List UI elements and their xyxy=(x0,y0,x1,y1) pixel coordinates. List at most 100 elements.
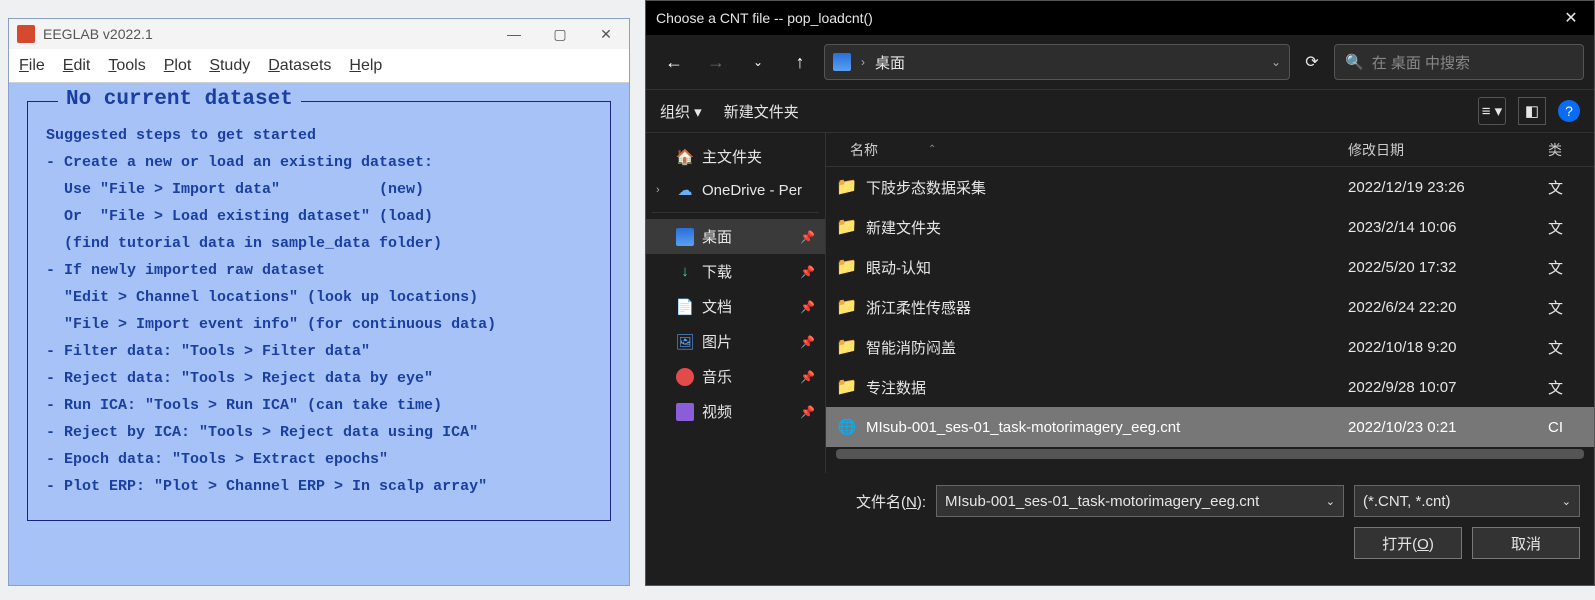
desktop-icon xyxy=(676,228,694,246)
pin-icon: 📌 xyxy=(800,370,815,384)
chevron-down-icon: ⌄ xyxy=(1562,495,1571,508)
preview-pane-button[interactable]: ◧ xyxy=(1518,97,1546,125)
pin-icon: 📌 xyxy=(800,265,815,279)
filename-input[interactable]: MIsub-001_ses-01_task-motorimagery_eeg.c… xyxy=(936,485,1344,517)
menu-help[interactable]: Help xyxy=(349,57,382,75)
tree-downloads[interactable]: ↓下载📌 xyxy=(646,254,825,289)
document-icon: 📄 xyxy=(676,298,694,316)
view-mode-button[interactable]: ≡ ▾ xyxy=(1478,97,1506,125)
menu-datasets[interactable]: Datasets xyxy=(268,57,331,75)
dialog-close-button[interactable]: ✕ xyxy=(1548,1,1594,35)
search-input[interactable]: 🔍 在 桌面 中搜索 xyxy=(1334,44,1584,80)
dialog-title-bar[interactable]: Choose a CNT file -- pop_loadcnt() ✕ xyxy=(646,1,1594,35)
file-type: 文 xyxy=(1548,337,1594,358)
file-row[interactable]: 📁浙江柔性传感器2022/6/24 22:20文 xyxy=(826,287,1594,327)
folder-icon: 📁 xyxy=(838,338,856,356)
file-list: 📁下肢步态数据采集2022/12/19 23:26文📁新建文件夹2023/2/1… xyxy=(826,167,1594,447)
home-icon: 🏠 xyxy=(676,148,694,166)
nav-up-button[interactable]: ↑ xyxy=(782,44,818,80)
dialog-footer: 文件名(N): MIsub-001_ses-01_task-motorimage… xyxy=(646,473,1594,573)
folder-icon: 📁 xyxy=(838,258,856,276)
close-button[interactable]: ✕ xyxy=(583,19,629,49)
file-name: 眼动-认知 xyxy=(866,257,931,278)
file-type: CI xyxy=(1548,419,1594,436)
tree-onedrive[interactable]: ›☁OneDrive - Per xyxy=(646,174,825,206)
organize-button[interactable]: 组织 ▾ xyxy=(660,101,702,122)
file-type: 文 xyxy=(1548,297,1594,318)
eeglab-title-bar[interactable]: EEGLAB v2022.1 — ▢ ✕ xyxy=(9,19,629,49)
maximize-button[interactable]: ▢ xyxy=(537,19,583,49)
file-row[interactable]: 📁 眼动-认知 2022/5/20 17:32文 xyxy=(826,247,1594,287)
file-list-header[interactable]: 名称 ⌃ 修改日期 类 xyxy=(826,133,1594,167)
file-row[interactable]: 📁 智能消防闷盖 2022/10/18 9:20文 xyxy=(826,327,1594,367)
cancel-button[interactable]: 取消 xyxy=(1472,527,1580,559)
file-name: MIsub-001_ses-01_task-motorimagery_eeg.c… xyxy=(866,419,1180,436)
file-row[interactable]: 🌐 MIsub-001_ses-01_task-motorimagery_eeg.… xyxy=(826,407,1594,447)
pictures-icon: 🖼 xyxy=(676,333,694,351)
new-folder-button[interactable]: 新建文件夹 xyxy=(724,101,799,122)
filetype-filter[interactable]: (*.CNT, *.cnt)⌄ xyxy=(1354,485,1580,517)
eeglab-logo-icon xyxy=(17,25,35,43)
pin-icon: 📌 xyxy=(800,405,815,419)
eeglab-body: No current dataset Suggested steps to ge… xyxy=(9,83,629,539)
file-type: 文 xyxy=(1548,257,1594,278)
minimize-button[interactable]: — xyxy=(491,19,537,49)
tree-desktop[interactable]: 桌面📌 xyxy=(646,219,825,254)
file-date: 2022/10/18 9:20 xyxy=(1348,339,1548,356)
menu-plot[interactable]: Plot xyxy=(164,57,192,75)
tree-pictures[interactable]: 🖼图片📌 xyxy=(646,324,825,359)
file-icon: 🌐 xyxy=(838,418,856,436)
file-date: 2022/10/23 0:21 xyxy=(1348,419,1548,436)
nav-forward-button[interactable]: → xyxy=(698,44,734,80)
nav-tree: 🏠主文件夹 ›☁OneDrive - Per 桌面📌 ↓下载📌 📄文档📌 🖼图片… xyxy=(646,133,826,473)
cloud-icon: ☁ xyxy=(676,181,694,199)
search-placeholder: 在 桌面 中搜索 xyxy=(1372,52,1470,73)
menu-edit[interactable]: Edit xyxy=(63,57,91,75)
menu-study[interactable]: Study xyxy=(209,57,250,75)
nav-recent-button[interactable]: ⌄ xyxy=(740,44,776,80)
dialog-title-text: Choose a CNT file -- pop_loadcnt() xyxy=(656,10,873,26)
dialog-nav: ← → ⌄ ↑ › 桌面 ⌄ ⟳ 🔍 在 桌面 中搜索 xyxy=(646,35,1594,89)
filename-label: 文件名(N): xyxy=(856,491,926,512)
col-date-header[interactable]: 修改日期 xyxy=(1348,140,1548,160)
sort-indicator-icon: ⌃ xyxy=(928,144,936,155)
file-name: 专注数据 xyxy=(866,377,926,398)
horizontal-scrollbar[interactable] xyxy=(836,449,1584,459)
file-name: 智能消防闷盖 xyxy=(866,337,956,358)
file-date: 2022/6/24 22:20 xyxy=(1348,299,1548,316)
file-row[interactable]: 📁专注数据2022/9/28 10:07文 xyxy=(826,367,1594,407)
pin-icon: 📌 xyxy=(800,335,815,349)
file-date: 2022/12/19 23:26 xyxy=(1348,179,1548,196)
file-row[interactable]: 📁新建文件夹2023/2/14 10:06文 xyxy=(826,207,1594,247)
col-name-header[interactable]: 名称 xyxy=(850,140,878,160)
tree-documents[interactable]: 📄文档📌 xyxy=(646,289,825,324)
folder-icon: 📁 xyxy=(838,298,856,316)
chevron-down-icon[interactable]: ⌄ xyxy=(1271,55,1281,69)
col-type-header[interactable]: 类 xyxy=(1548,140,1594,160)
eeglab-title-text: EEGLAB v2022.1 xyxy=(43,26,153,42)
file-date: 2023/2/14 10:06 xyxy=(1348,219,1548,236)
file-type: 文 xyxy=(1548,177,1594,198)
tree-videos[interactable]: 视频📌 xyxy=(646,394,825,429)
breadcrumb-current[interactable]: 桌面 xyxy=(875,52,905,73)
desktop-icon xyxy=(833,53,851,71)
breadcrumb-sep-icon: › xyxy=(861,55,865,69)
dialog-toolbar: 组织 ▾ 新建文件夹 ≡ ▾ ◧ ? xyxy=(646,89,1594,133)
tree-home[interactable]: 🏠主文件夹 xyxy=(646,139,825,174)
menu-file[interactable]: File xyxy=(19,57,45,75)
download-icon: ↓ xyxy=(676,263,694,281)
file-type: 文 xyxy=(1548,217,1594,238)
search-icon: 🔍 xyxy=(1345,53,1364,71)
file-date: 2022/5/20 17:32 xyxy=(1348,259,1548,276)
nav-back-button[interactable]: ← xyxy=(656,44,692,80)
address-bar[interactable]: › 桌面 ⌄ xyxy=(824,44,1290,80)
file-row[interactable]: 📁下肢步态数据采集2022/12/19 23:26文 xyxy=(826,167,1594,207)
eeglab-instructions: Suggested steps to get started - Create … xyxy=(46,122,592,500)
folder-icon: 📁 xyxy=(838,218,856,236)
tree-music[interactable]: 音乐📌 xyxy=(646,359,825,394)
eeglab-window: EEGLAB v2022.1 — ▢ ✕ File Edit Tools Plo… xyxy=(8,18,630,586)
menu-tools[interactable]: Tools xyxy=(108,57,145,75)
open-button[interactable]: 打开(O) xyxy=(1354,527,1462,559)
help-button[interactable]: ? xyxy=(1558,100,1580,122)
refresh-button[interactable]: ⟳ xyxy=(1296,46,1328,78)
